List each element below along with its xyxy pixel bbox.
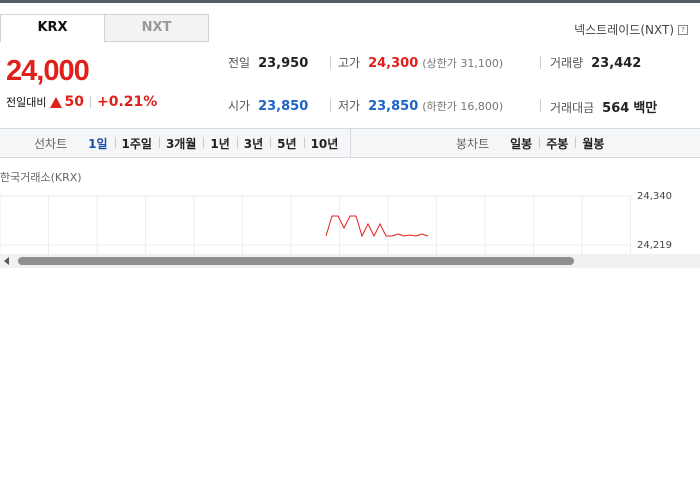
period-10y[interactable]: 10년	[303, 135, 346, 152]
chart-type-bar: 선차트 1일 1주일 3개월 1년 3년 5년 10년 봉차트 일봉 주봉 월봉	[0, 128, 700, 158]
chart-scrollbar[interactable]	[0, 254, 700, 268]
candle-daily[interactable]: 일봉	[503, 135, 539, 152]
stat-value: 24,300	[368, 56, 419, 71]
stat-amount: 거래대금 564 백만	[550, 97, 657, 116]
change-label: 전일대비	[6, 96, 47, 109]
candle-weekly[interactable]: 주봉	[539, 135, 575, 152]
tab-krx[interactable]: KRX	[0, 14, 105, 42]
price-change: 전일대비 50 +0.21%	[6, 94, 157, 110]
y-tick-label: 24,340	[637, 191, 672, 202]
candle-monthly[interactable]: 월봉	[575, 135, 611, 152]
stat-low: 저가 23,850 (하한가 16,800)	[338, 97, 503, 114]
price-chart: 24,340 24,219	[0, 190, 700, 256]
stat-value: 23,950	[258, 56, 309, 71]
period-1w[interactable]: 1주일	[114, 135, 159, 152]
stat-prev-close: 전일 23,950	[228, 54, 308, 71]
stat-value: 23,850	[368, 99, 419, 114]
stat-divider	[540, 56, 541, 69]
period-5y[interactable]: 5년	[270, 135, 303, 152]
line-chart-title: 선차트	[34, 136, 68, 151]
stat-divider	[540, 99, 541, 112]
toolbar-divider	[350, 129, 351, 157]
stat-sub: (하한가 16,800)	[422, 100, 504, 113]
top-border	[0, 0, 700, 3]
stat-open: 시가 23,850	[228, 97, 308, 114]
y-tick-label: 24,219	[637, 240, 672, 251]
stat-unit: 백만	[633, 101, 658, 116]
change-divider	[89, 96, 91, 108]
scroll-thumb[interactable]	[18, 257, 574, 265]
stat-value: 564	[602, 101, 630, 116]
period-1d[interactable]: 1일	[81, 135, 114, 152]
price-series-line	[325, 215, 429, 238]
stat-high: 고가 24,300 (상한가 31,100)	[338, 54, 503, 71]
stat-sub: (상한가 31,100)	[422, 57, 504, 70]
candle-chart-group: 봉차트 일봉 주봉 월봉	[456, 129, 611, 157]
price-chart-svg	[0, 195, 631, 256]
stat-volume: 거래량 23,442	[550, 54, 641, 71]
period-3m[interactable]: 3개월	[158, 135, 203, 152]
period-1y[interactable]: 1년	[203, 135, 236, 152]
exchange-label: 한국거래소(KRX)	[0, 171, 82, 184]
help-icon[interactable]: ?	[678, 24, 688, 35]
nxt-info-link[interactable]: 넥스트레이드(NXT) ?	[574, 21, 688, 38]
stat-label: 거래량	[550, 56, 584, 70]
line-chart-group: 선차트 1일 1주일 3개월 1년 3년 5년 10년	[34, 129, 345, 157]
stat-label: 고가	[338, 56, 361, 70]
change-rate: +0.21%	[96, 94, 158, 110]
stat-label: 거래대금	[550, 101, 595, 115]
change-value: 50	[64, 94, 84, 110]
stat-divider	[330, 99, 331, 112]
tab-nxt[interactable]: NXT	[104, 14, 209, 42]
candle-chart-title: 봉차트	[456, 136, 490, 151]
period-3y[interactable]: 3년	[236, 135, 270, 152]
scroll-left-arrow-icon[interactable]	[4, 257, 9, 265]
stat-label: 저가	[338, 99, 361, 113]
stat-label: 전일	[228, 56, 251, 70]
nxt-link-label: 넥스트레이드(NXT)	[574, 23, 674, 37]
stat-divider	[330, 56, 331, 69]
current-price: 24,000	[6, 55, 90, 87]
stat-value: 23,442	[591, 56, 642, 71]
stat-label: 시가	[228, 99, 251, 113]
up-triangle-icon	[50, 96, 63, 108]
stat-value: 23,850	[258, 99, 309, 114]
